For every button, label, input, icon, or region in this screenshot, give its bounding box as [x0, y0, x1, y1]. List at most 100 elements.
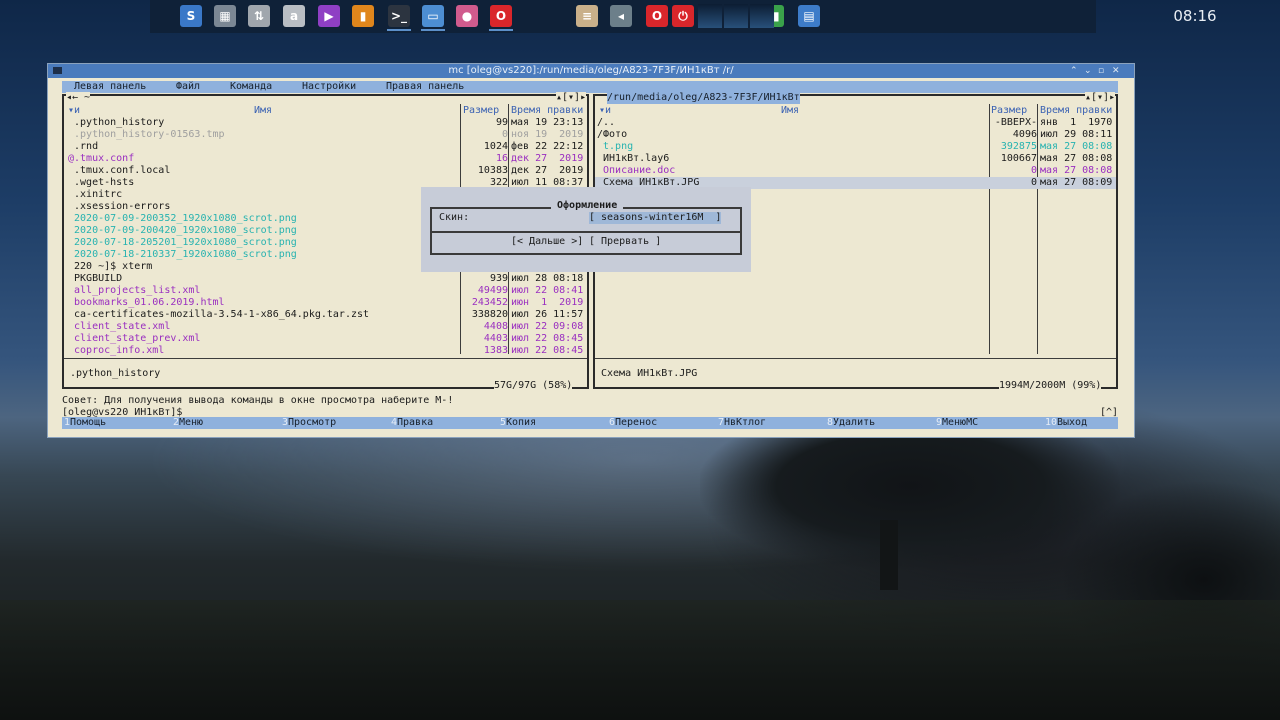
file-row[interactable]: .python_history 99 мая 19 23:13 — [64, 117, 587, 129]
file-mtime: июл 28 08:18 — [511, 273, 584, 284]
abort-button[interactable]: [ Прервать ] — [589, 236, 661, 248]
file-row[interactable]: client_state.xml 4408 июл 22 09:08 — [64, 321, 587, 333]
workspace-thumbnail[interactable] — [724, 4, 748, 28]
file-row[interactable]: ИН1кВт.lay6 100667 мая 27 08:08 — [595, 153, 1116, 165]
switcher-icon[interactable]: ▤ — [798, 5, 820, 27]
file-size: 0 — [501, 129, 508, 140]
file-row[interactable]: @.tmux.conf 16 дек 27 2019 — [64, 153, 587, 165]
file-row[interactable]: ca-certificates-mozilla-3.54-1-x86_64.pk… — [64, 309, 587, 321]
right-col-time[interactable]: Время правки — [1040, 105, 1112, 117]
file-row[interactable]: /.. -ВВЕРХ-янв 1 1970 — [595, 117, 1116, 129]
wallpaper-field — [0, 600, 1280, 720]
speaker-icon[interactable]: ◂ — [610, 5, 632, 27]
right-col-size[interactable]: Размер — [991, 105, 1027, 117]
shade-up-icon[interactable]: ⌃ — [1070, 64, 1078, 78]
next-button[interactable]: [< Дальше >] — [511, 236, 583, 248]
workspace-thumbnail[interactable] — [698, 4, 722, 28]
palette-icon[interactable]: ● — [456, 5, 478, 27]
file-row[interactable]: bookmarks_01.06.2019.html 243452 июн 1 201… — [64, 297, 587, 309]
file-size: 1024 — [483, 141, 508, 152]
fkey-3-button[interactable]: Просмотр — [288, 417, 336, 429]
window-icon[interactable]: ▭ — [422, 5, 444, 27]
file-mtime: мая 27 08:08 — [1040, 141, 1113, 152]
file-row[interactable]: PKGBUILD 939 июл 28 08:18 — [64, 273, 587, 285]
right-col-name[interactable]: Имя — [781, 105, 799, 117]
file-mtime: фев 22 22:12 — [511, 141, 584, 152]
file-name: client_state.xml — [68, 321, 171, 332]
right-mini-status: Схема ИН1кВт.JPG — [601, 368, 698, 379]
left-col-time[interactable]: Время правки — [511, 105, 583, 117]
file-name: Описание.doc — [597, 165, 676, 176]
file-name: /.. — [597, 117, 616, 128]
file-row[interactable]: /Фото 4096 июл 29 08:11 — [595, 129, 1116, 141]
file-size: -ВВЕРХ- — [994, 117, 1037, 128]
equalizer-icon[interactable]: ▮ — [352, 5, 374, 27]
menu-file[interactable]: Файл — [176, 81, 200, 93]
skin-select[interactable]: [ seasons-winter16M ] — [589, 212, 722, 224]
left-panel-controls[interactable]: ▴[▾]▸ — [556, 92, 587, 104]
file-mtime: июл 22 09:08 — [511, 321, 584, 332]
opera-icon[interactable]: O — [490, 5, 512, 27]
file-row[interactable]: .tmux.conf.local 10383 дек 27 2019 — [64, 165, 587, 177]
file-row[interactable]: .rnd 1024 фев 22 22:12 — [64, 141, 587, 153]
fkey-5-button[interactable]: Копия — [506, 417, 536, 429]
menu-command[interactable]: Команда — [230, 81, 272, 93]
fkey-8-button[interactable]: Удалить — [833, 417, 875, 429]
right-panel-path[interactable]: /run/media/oleg/A823-7F3F/ИН1кВт — [607, 92, 800, 104]
window-titlebar[interactable]: mc [oleg@vs220]:/run/media/oleg/A823-7F3… — [48, 64, 1134, 78]
file-name: PKGBUILD — [68, 273, 123, 284]
file-row[interactable]: t.png 392875 мая 27 08:08 — [595, 141, 1116, 153]
fkey-1-button[interactable]: Помощь — [70, 417, 106, 429]
file-size: 939 — [489, 273, 508, 284]
file-mtime: июл 29 08:11 — [1040, 129, 1113, 140]
terminal-icon[interactable]: >_ — [388, 5, 410, 27]
file-row[interactable]: Описание.doc 0 мая 27 08:08 — [595, 165, 1116, 177]
file-name: coproc_info.xml — [68, 345, 165, 356]
file-name: 2020-07-18-210337_1920x1080_scrot.png — [68, 249, 297, 260]
menu-right-panel[interactable]: Правая панель — [386, 81, 464, 93]
active-window-indicator — [421, 29, 445, 31]
file-row[interactable]: coproc_info.xml 1383 июл 22 08:45 — [64, 345, 587, 357]
menu-settings[interactable]: Настройки — [302, 81, 356, 93]
fkey-6-button[interactable]: Перенос — [615, 417, 657, 429]
close-icon[interactable]: ✕ — [1112, 64, 1120, 78]
fkey-9-button[interactable]: МенюMC — [942, 417, 978, 429]
media-player-icon[interactable]: ▶ — [318, 5, 340, 27]
file-mtime: дек 27 2019 — [511, 165, 584, 176]
skype-icon[interactable]: S — [180, 5, 202, 27]
fkey-10-button[interactable]: Выход — [1057, 417, 1087, 429]
calculator-icon[interactable]: ▦ — [214, 5, 236, 27]
fkey-4-button[interactable]: Правка — [397, 417, 433, 429]
file-row[interactable]: client_state_prev.xml 4403 июл 22 08:45 — [64, 333, 587, 345]
fkey-2-button[interactable]: Меню — [179, 417, 203, 429]
file-name: /Фото — [597, 129, 628, 140]
power-icon[interactable]: ⏻ — [672, 5, 694, 27]
left-col-name[interactable]: Имя — [254, 105, 272, 117]
left-panel-nav[interactable]: ◂← ~ — [66, 92, 91, 104]
transfer-icon[interactable]: ⇅ — [248, 5, 270, 27]
left-col-size[interactable]: Размер — [463, 105, 499, 117]
file-name: client_state_prev.xml — [68, 333, 201, 344]
file-mtime: июл 22 08:45 — [511, 345, 584, 356]
right-panel-separator — [595, 358, 1116, 359]
file-row[interactable]: all_projects_list.xml 49499 июл 22 08:41 — [64, 285, 587, 297]
opera-icon[interactable]: O — [646, 5, 668, 27]
skin-label: Скин: — [439, 212, 470, 223]
notes-icon[interactable]: ≡ — [576, 5, 598, 27]
clock: 08:16 — [1173, 7, 1217, 25]
dialog-title: Оформление — [551, 200, 624, 212]
function-key-bar: 1 Помощь 2 Меню 3 Просмотр 4 Правка 5 Копия 6 Перен… — [62, 417, 1118, 429]
file-row[interactable]: .python_history-01563.tmp 0 ноя 19 2019 — [64, 129, 587, 141]
right-panel-controls[interactable]: ▴[▾]▸ — [1085, 92, 1116, 104]
file-name: 2020-07-09-200420_1920x1080_scrot.png — [68, 225, 297, 236]
maximize-icon[interactable]: ▫ — [1098, 64, 1104, 78]
workspace-thumbnail[interactable] — [750, 4, 774, 28]
file-name: 220 ~]$ xterm — [68, 261, 153, 272]
right-sort-indicator[interactable]: ▾и — [599, 105, 611, 117]
a-circle-icon[interactable]: a — [283, 5, 305, 27]
minimize-icon[interactable]: ⌄ — [1084, 64, 1092, 78]
left-sort-indicator[interactable]: ▾и — [68, 105, 80, 117]
left-free-space: 57G/97G (58%) — [494, 380, 573, 392]
fkey-7-button[interactable]: НвКтлог — [724, 417, 766, 429]
fkey-number: 10 — [1045, 417, 1058, 428]
